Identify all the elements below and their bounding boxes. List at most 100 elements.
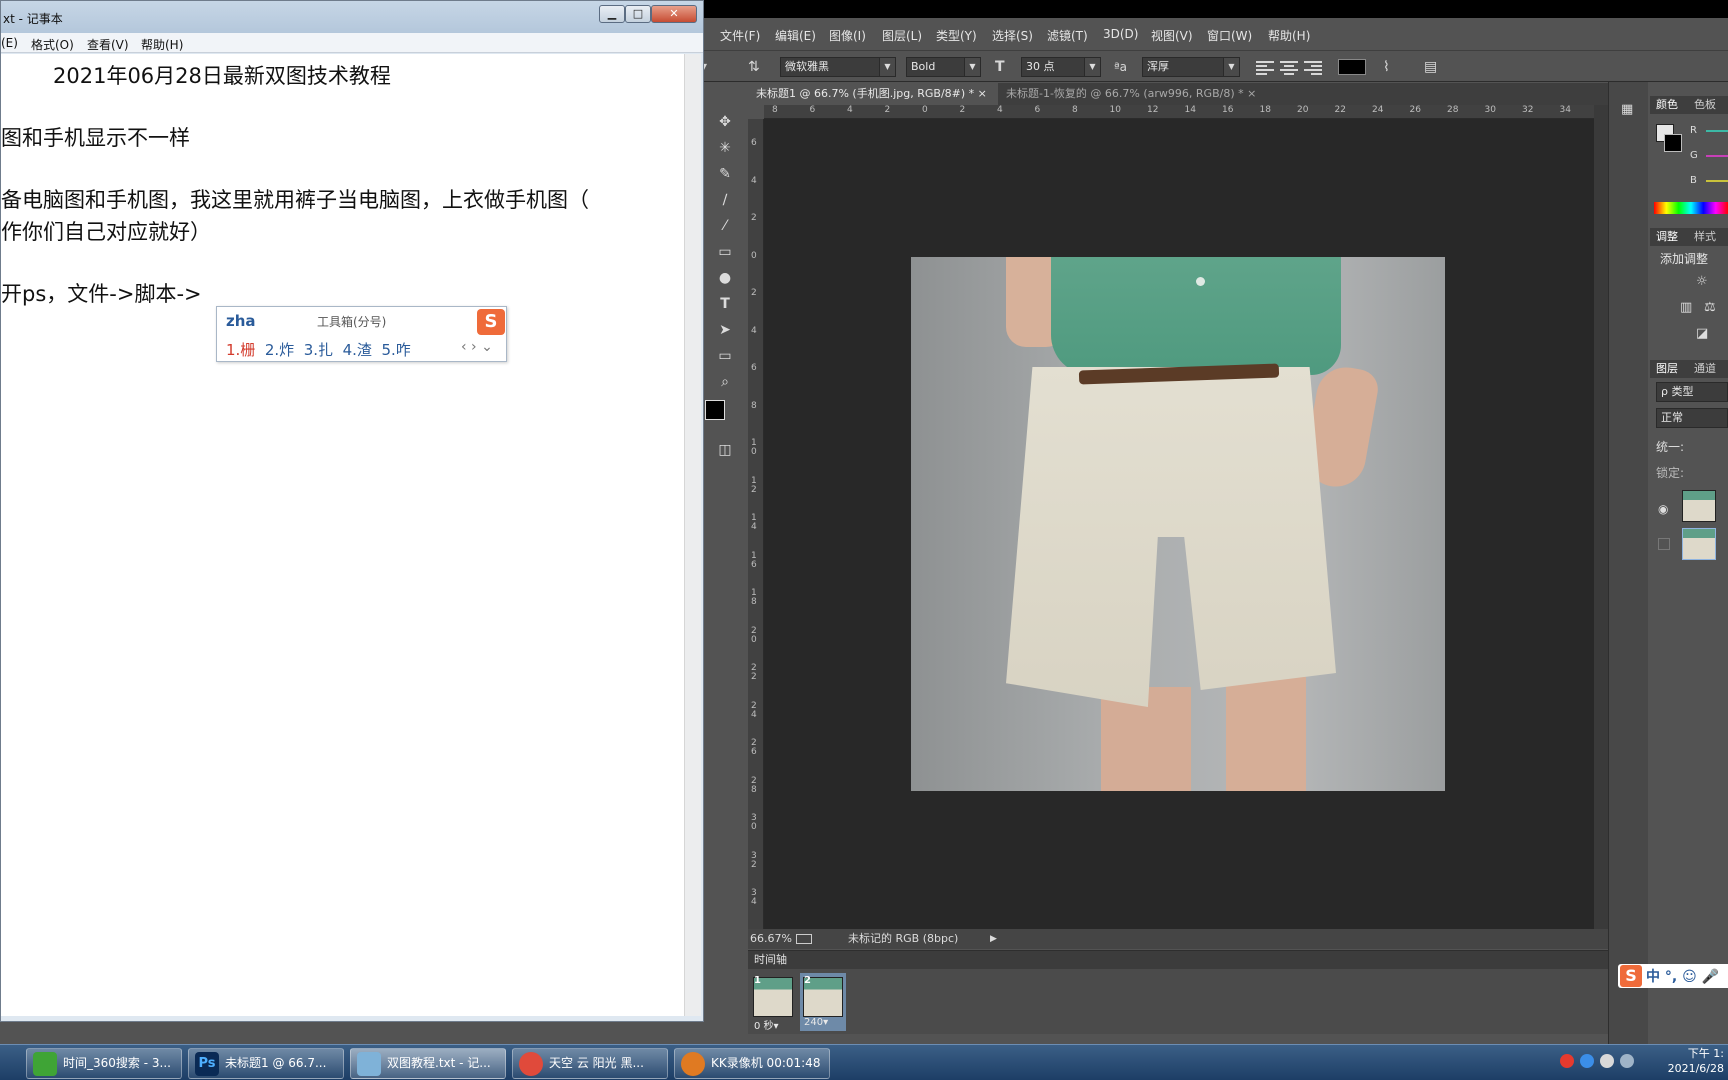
ime-page-nav[interactable]: ‹ › ⌄ — [461, 339, 493, 355]
text-color-swatch[interactable] — [1338, 59, 1366, 75]
ps-menu-layer[interactable]: 图层(L) — [882, 27, 922, 44]
ps-menu-view[interactable]: 视图(V) — [1151, 27, 1193, 44]
np-menu-format[interactable]: 格式(O) — [31, 36, 74, 53]
tab-channels[interactable]: 通道 — [1694, 362, 1716, 375]
ps-menu-type[interactable]: 类型(Y) — [936, 27, 977, 44]
frame-duration[interactable]: 240▾ — [804, 1017, 828, 1028]
zoom-tool-icon[interactable]: ⌕ — [715, 372, 735, 392]
system-clock[interactable]: 下午 1: 2021/6/28 — [1660, 1046, 1728, 1076]
network-icon[interactable] — [1580, 1054, 1594, 1068]
tab-swatches[interactable]: 色板 — [1694, 98, 1716, 111]
ime-candidate[interactable]: 1.栅 — [226, 341, 255, 359]
np-menu-edit[interactable]: (E) — [1, 36, 18, 50]
font-style-select[interactable]: Bold ▼ — [906, 57, 981, 77]
ps-menu-select[interactable]: 选择(S) — [992, 27, 1033, 44]
r-slider[interactable] — [1706, 130, 1728, 132]
ruler-tick-label: 2 — [751, 213, 757, 223]
close-icon[interactable]: × — [1247, 87, 1256, 100]
timeline-frame-2[interactable]: 2 240▾ — [800, 973, 846, 1031]
ime-candidate[interactable]: 5.咋 — [381, 341, 410, 359]
color-bg-swatch[interactable] — [1664, 134, 1682, 152]
quick-mask-icon[interactable]: ◫ — [715, 440, 735, 460]
ruler-tick-label: 6 — [751, 363, 757, 373]
ime-status-bar[interactable]: S 中 °, ☺ 🎤 — [1618, 964, 1728, 988]
antialias-select[interactable]: 浑厚 ▼ — [1142, 57, 1240, 77]
g-slider[interactable] — [1706, 155, 1728, 157]
align-left-button[interactable] — [1256, 59, 1274, 75]
font-family-select[interactable]: 微软雅黑 ▼ — [780, 57, 896, 77]
text-orientation-icon[interactable]: ⇅ — [748, 58, 760, 76]
eyedropper-icon[interactable]: ✎ — [715, 164, 735, 184]
ps-menu-help[interactable]: 帮助(H) — [1268, 27, 1310, 44]
taskbar-item-kk-recorder[interactable]: KK录像机 00:01:48 — [674, 1048, 830, 1079]
tab-document-1[interactable]: 未标题1 @ 66.7% (手机图.jpg, RGB/8#) * × — [748, 83, 998, 105]
ps-menu-image[interactable]: 图像(I) — [829, 27, 866, 44]
align-center-button[interactable] — [1280, 59, 1298, 75]
b-slider[interactable] — [1706, 180, 1728, 182]
qq-icon[interactable] — [1560, 1054, 1574, 1068]
path-selection-icon[interactable]: ➤ — [715, 320, 735, 340]
taskbar-item-360-browser[interactable]: 时间_360搜索 - 3... — [26, 1048, 182, 1079]
ps-menu-window[interactable]: 窗口(W) — [1207, 27, 1252, 44]
foreground-color-swatch[interactable] — [705, 400, 725, 420]
frame-duration[interactable]: 0 秒▾ — [754, 1017, 779, 1032]
ps-menu-edit[interactable]: 编辑(E) — [775, 27, 816, 44]
zoom-level[interactable]: 66.67% — [750, 929, 792, 949]
align-right-button[interactable] — [1304, 59, 1322, 75]
move-tool-icon[interactable]: ✥ — [715, 112, 735, 132]
balance-icon[interactable]: ⚖ — [1704, 300, 1716, 315]
taskbar-item-photoshop[interactable]: Ps 未标题1 @ 66.7... — [188, 1048, 344, 1079]
taskbar-item-chrome[interactable]: 天空 云 阳光 黑... — [512, 1048, 668, 1079]
layer-thumbnail-2[interactable] — [1682, 528, 1716, 560]
taskbar-item-notepad[interactable]: 双图教程.txt - 记... — [350, 1048, 506, 1079]
eye-icon[interactable]: ◉ — [1658, 502, 1668, 516]
ime-candidate[interactable]: 4.渣 — [343, 341, 372, 359]
ps-menu-3d[interactable]: 3D(D) — [1103, 27, 1138, 41]
rectangle-tool-icon[interactable]: ▭ — [715, 346, 735, 366]
tab-styles[interactable]: 样式 — [1694, 230, 1716, 243]
close-icon[interactable]: × — [978, 87, 987, 100]
color-spectrum[interactable] — [1654, 202, 1728, 214]
visibility-toggle[interactable] — [1658, 538, 1670, 550]
tab-layers[interactable]: 图层 — [1656, 362, 1678, 375]
tab-document-2[interactable]: 未标题-1-恢复的 @ 66.7% (arw996, RGB/8) * × — [998, 83, 1268, 105]
notepad-text-area[interactable]: 2021年06月28日最新双图技术教程 图和手机显示不一样 备电脑图和手机图，我… — [1, 54, 684, 1016]
status-menu-arrow-icon[interactable]: ▶ — [990, 929, 997, 949]
dodge-tool-icon[interactable]: ● — [715, 268, 735, 288]
font-size-select[interactable]: 30 点 ▼ — [1021, 57, 1101, 77]
layer-kind-filter[interactable]: ρ 类型 — [1656, 382, 1728, 402]
timeline-frame-1[interactable]: 1 0 秒▾ — [750, 973, 796, 1032]
minimize-button[interactable]: ▁ — [599, 5, 625, 23]
brush-tool-icon[interactable]: ∕ — [715, 190, 735, 210]
history-icon[interactable]: ▦ — [1621, 102, 1633, 117]
ps-menu-file[interactable]: 文件(F) — [720, 27, 760, 44]
ime-candidate[interactable]: 3.扎 — [304, 341, 333, 359]
ime-toolbox-hint[interactable]: 工具箱(分号) — [317, 313, 386, 330]
brightness-icon[interactable]: ☼ — [1696, 274, 1708, 289]
speaker-icon[interactable] — [1600, 1054, 1614, 1068]
gradient-tool-icon[interactable]: ▭ — [715, 242, 735, 262]
history-brush-icon[interactable]: ⁄ — [715, 216, 735, 236]
ime-candidate[interactable]: 2.炸 — [265, 341, 294, 359]
tab-color[interactable]: 颜色 — [1656, 98, 1678, 111]
photo-filter-icon[interactable]: ◪ — [1696, 326, 1708, 341]
np-menu-view[interactable]: 查看(V) — [87, 36, 129, 53]
warp-text-icon[interactable]: ⌇ — [1383, 58, 1390, 76]
ps-menu-filter[interactable]: 滤镜(T) — [1047, 27, 1088, 44]
canvas-scrollbar[interactable] — [1594, 105, 1608, 929]
ruler-tick-label: 28 — [1447, 105, 1459, 115]
notepad-scrollbar[interactable] — [684, 54, 701, 1016]
maximize-button[interactable]: □ — [625, 5, 651, 23]
np-menu-help[interactable]: 帮助(H) — [141, 36, 183, 53]
tab-adjustments[interactable]: 调整 — [1656, 230, 1678, 243]
notepad-titlebar[interactable]: xt - 记事本 ▁ □ ✕ — [1, 1, 703, 33]
type-tool-icon[interactable]: T — [715, 294, 735, 314]
layer-thumbnail-1[interactable] — [1682, 490, 1716, 522]
close-button[interactable]: ✕ — [651, 5, 697, 23]
levels-icon[interactable]: ▥ — [1680, 300, 1692, 315]
blend-mode-select[interactable]: 正常 — [1656, 408, 1728, 428]
magic-wand-icon[interactable]: ✳ — [715, 138, 735, 158]
character-panel-icon[interactable]: ▤ — [1424, 58, 1437, 76]
canvas-image[interactable] — [911, 257, 1445, 791]
signal-icon[interactable] — [1620, 1054, 1634, 1068]
